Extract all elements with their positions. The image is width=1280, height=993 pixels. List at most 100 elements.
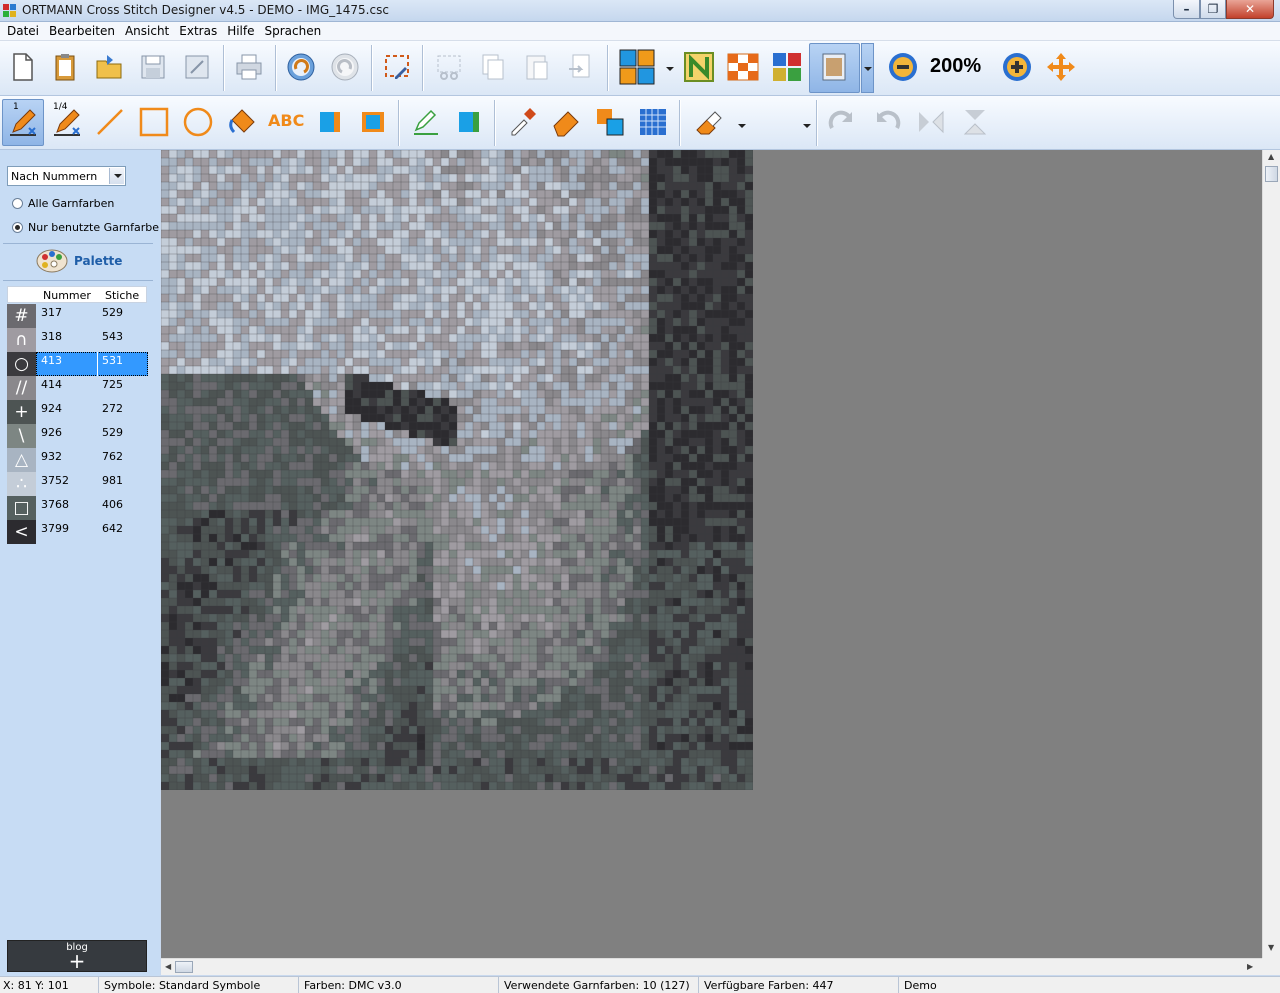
- stitch-cell[interactable]: [465, 646, 474, 655]
- stitch-cell[interactable]: [497, 662, 506, 671]
- stitch-cell[interactable]: [473, 230, 482, 239]
- stitch-cell[interactable]: [689, 606, 698, 615]
- stitch-cell[interactable]: [729, 574, 738, 583]
- stitch-cell[interactable]: [321, 166, 330, 175]
- stitch-cell[interactable]: [177, 566, 186, 575]
- stitch-cell[interactable]: [625, 558, 634, 567]
- stitch-cell[interactable]: [473, 622, 482, 631]
- stitch-cell[interactable]: [689, 254, 698, 263]
- stitch-cell[interactable]: [169, 382, 178, 391]
- stitch-cell[interactable]: [641, 182, 650, 191]
- stitch-cell[interactable]: [225, 614, 234, 623]
- stitch-cell[interactable]: [433, 334, 442, 343]
- stitch-cell[interactable]: [697, 646, 706, 655]
- stitch-cell[interactable]: [473, 398, 482, 407]
- stitch-cell[interactable]: [489, 502, 498, 511]
- stitch-cell[interactable]: [713, 614, 722, 623]
- stitch-cell[interactable]: [329, 422, 338, 431]
- stitch-cell[interactable]: [593, 374, 602, 383]
- stitch-cell[interactable]: [617, 326, 626, 335]
- stitch-cell[interactable]: [257, 318, 266, 327]
- stitch-cell[interactable]: [185, 574, 194, 583]
- stitch-cell[interactable]: [169, 654, 178, 663]
- stitch-cell[interactable]: [273, 310, 282, 319]
- stitch-cell[interactable]: [553, 454, 562, 463]
- stitch-cell[interactable]: [217, 438, 226, 447]
- stitch-cell[interactable]: [417, 550, 426, 559]
- stitch-cell[interactable]: [641, 414, 650, 423]
- stitch-cell[interactable]: [641, 518, 650, 527]
- stitch-cell[interactable]: [265, 654, 274, 663]
- stitch-cell[interactable]: [449, 566, 458, 575]
- stitch-cell[interactable]: [209, 254, 218, 263]
- stitch-cell[interactable]: [289, 446, 298, 455]
- stitch-cell[interactable]: [401, 222, 410, 231]
- stitch-cell[interactable]: [217, 638, 226, 647]
- stitch-cell[interactable]: [649, 542, 658, 551]
- stitch-cell[interactable]: [625, 366, 634, 375]
- stitch-cell[interactable]: [537, 478, 546, 487]
- stitch-cell[interactable]: [697, 638, 706, 647]
- stitch-cell[interactable]: [161, 198, 170, 207]
- stitch-cell[interactable]: [177, 630, 186, 639]
- stitch-cell[interactable]: [441, 662, 450, 671]
- stitch-cell[interactable]: [697, 598, 706, 607]
- stitch-cell[interactable]: [265, 230, 274, 239]
- stitch-cell[interactable]: [209, 462, 218, 471]
- stitch-cell[interactable]: [169, 222, 178, 231]
- stitch-cell[interactable]: [497, 342, 506, 351]
- stitch-cell[interactable]: [377, 326, 386, 335]
- stitch-cell[interactable]: [513, 502, 522, 511]
- stitch-cell[interactable]: [297, 430, 306, 439]
- stitch-cell[interactable]: [465, 494, 474, 503]
- stitch-cell[interactable]: [177, 222, 186, 231]
- stitch-cell[interactable]: [641, 374, 650, 383]
- stitch-cell[interactable]: [361, 566, 370, 575]
- stitch-cell[interactable]: [601, 262, 610, 271]
- stitch-cell[interactable]: [481, 542, 490, 551]
- stitch-cell[interactable]: [617, 342, 626, 351]
- stitch-cell[interactable]: [321, 390, 330, 399]
- stitch-cell[interactable]: [337, 246, 346, 255]
- stitch-cell[interactable]: [193, 270, 202, 279]
- stitch-cell[interactable]: [689, 222, 698, 231]
- stitch-cell[interactable]: [161, 214, 170, 223]
- stitch-cell[interactable]: [217, 182, 226, 191]
- stitch-cell[interactable]: [505, 662, 514, 671]
- stitch-cell[interactable]: [513, 198, 522, 207]
- stitch-cell[interactable]: [177, 238, 186, 247]
- stitch-cell[interactable]: [417, 566, 426, 575]
- stitch-cell[interactable]: [361, 398, 370, 407]
- stitch-cell[interactable]: [585, 582, 594, 591]
- stitch-cell[interactable]: [585, 598, 594, 607]
- stitch-cell[interactable]: [425, 510, 434, 519]
- stitch-cell[interactable]: [425, 286, 434, 295]
- stitch-cell[interactable]: [537, 462, 546, 471]
- stitch-cell[interactable]: [417, 526, 426, 535]
- stitch-cell[interactable]: [577, 358, 586, 367]
- stitch-cell[interactable]: [329, 534, 338, 543]
- stitch-cell[interactable]: [617, 198, 626, 207]
- stitch-cell[interactable]: [497, 478, 506, 487]
- stitch-cell[interactable]: [313, 262, 322, 271]
- stitch-cell[interactable]: [225, 598, 234, 607]
- stitch-cell[interactable]: [577, 510, 586, 519]
- stitch-cell[interactable]: [537, 438, 546, 447]
- stitch-cell[interactable]: [641, 198, 650, 207]
- stitch-cell[interactable]: [377, 198, 386, 207]
- stitch-cell[interactable]: [257, 598, 266, 607]
- stitch-cell[interactable]: [345, 454, 354, 463]
- stitch-cell[interactable]: [633, 302, 642, 311]
- stitch-cell[interactable]: [521, 198, 530, 207]
- stitch-cell[interactable]: [537, 334, 546, 343]
- stitch-cell[interactable]: [457, 454, 466, 463]
- stitch-cell[interactable]: [273, 486, 282, 495]
- stitch-cell[interactable]: [385, 422, 394, 431]
- maximize-button[interactable]: ❐: [1200, 0, 1226, 19]
- stitch-cell[interactable]: [449, 318, 458, 327]
- stitch-cell[interactable]: [449, 574, 458, 583]
- stitch-cell[interactable]: [529, 302, 538, 311]
- stitch-cell[interactable]: [353, 366, 362, 375]
- stitch-cell[interactable]: [225, 406, 234, 415]
- stitch-cell[interactable]: [185, 526, 194, 535]
